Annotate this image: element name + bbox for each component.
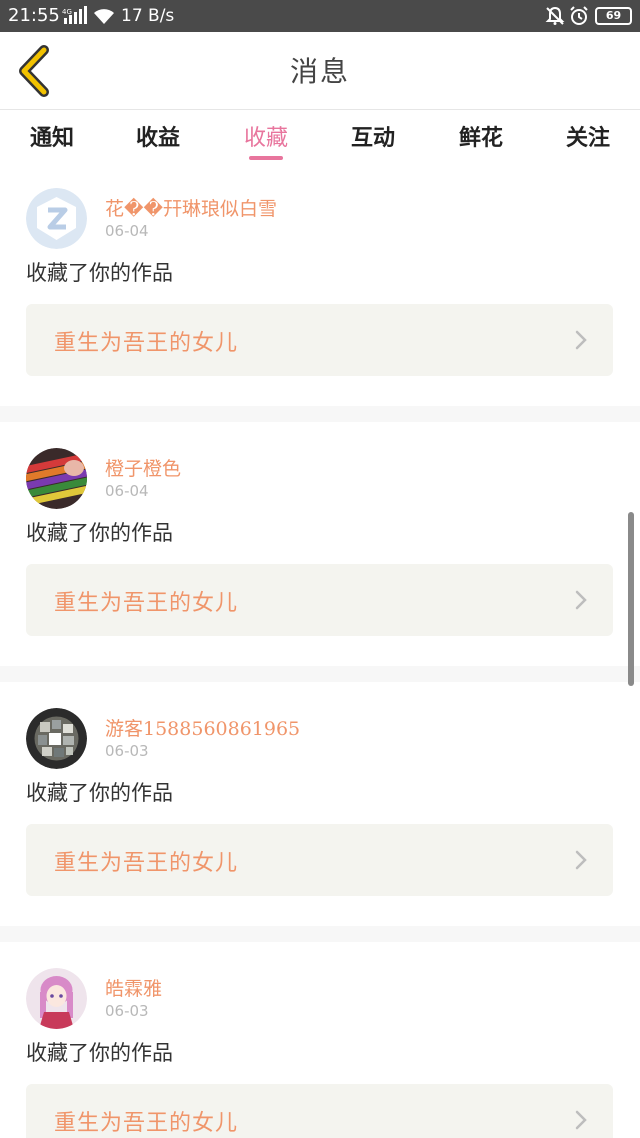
action-text: 收藏了你的作品 bbox=[26, 261, 173, 285]
card-divider bbox=[0, 406, 640, 422]
username[interactable]: 橙子橙色 bbox=[105, 454, 181, 481]
action-text: 收藏了你的作品 bbox=[26, 1041, 173, 1065]
alarm-icon bbox=[570, 6, 588, 25]
svg-text:4G: 4G bbox=[62, 8, 72, 16]
qq-default-avatar-icon bbox=[26, 188, 87, 249]
action-text: 收藏了你的作品 bbox=[26, 521, 173, 545]
page-title: 消息 bbox=[289, 55, 350, 88]
tab-bar: 通知 收益 收藏 互动 鲜花 关注 bbox=[0, 110, 640, 170]
notification-card: 橙子橙色 06-04 收藏了你的作品 重生为吾王的女儿 bbox=[0, 430, 640, 674]
avatar[interactable] bbox=[26, 188, 87, 249]
tab-follows[interactable]: 关注 bbox=[548, 120, 628, 152]
chevron-right-icon bbox=[575, 330, 587, 350]
card-divider bbox=[0, 926, 640, 942]
tab-notifications[interactable]: 通知 bbox=[12, 120, 92, 152]
nav-bar: 消息 bbox=[0, 32, 640, 110]
bell-off-icon bbox=[545, 6, 565, 25]
username[interactable]: 游客1588560861965 bbox=[105, 714, 300, 741]
status-bar: 21:55 4G 17 B/s 69 bbox=[0, 0, 640, 32]
work-link[interactable]: 重生为吾王的女儿 bbox=[26, 304, 613, 376]
chevron-right-icon bbox=[575, 590, 587, 610]
scrollbar[interactable] bbox=[628, 512, 634, 686]
work-title: 重生为吾王的女儿 bbox=[54, 1111, 239, 1136]
battery-icon: 69 bbox=[595, 7, 632, 25]
notification-card: 游客1588560861965 06-03 收藏了你的作品 重生为吾王的女儿 bbox=[0, 690, 640, 934]
notification-card: 花��幵琳琅似白雪 06-04 收藏了你的作品 重生为吾王的女儿 bbox=[0, 170, 640, 414]
mosaic-avatar-icon bbox=[26, 708, 87, 769]
avatar[interactable] bbox=[26, 448, 87, 509]
date: 06-04 bbox=[105, 482, 149, 500]
work-link[interactable]: 重生为吾王的女儿 bbox=[26, 824, 613, 896]
tab-interactions[interactable]: 互动 bbox=[333, 120, 413, 152]
avatar[interactable] bbox=[26, 708, 87, 769]
action-text: 收藏了你的作品 bbox=[26, 781, 173, 805]
tab-flowers[interactable]: 鲜花 bbox=[441, 120, 521, 152]
work-link[interactable]: 重生为吾王的女儿 bbox=[26, 564, 613, 636]
work-link[interactable]: 重生为吾王的女儿 bbox=[26, 1084, 613, 1138]
colored-pencils-avatar-icon bbox=[26, 448, 87, 509]
work-title: 重生为吾王的女儿 bbox=[54, 851, 239, 876]
tab-earnings[interactable]: 收益 bbox=[118, 120, 198, 152]
date: 06-03 bbox=[105, 742, 149, 760]
avatar[interactable] bbox=[26, 968, 87, 1029]
chevron-right-icon bbox=[575, 850, 587, 870]
date: 06-03 bbox=[105, 1002, 149, 1020]
tab-favorites[interactable]: 收藏 bbox=[226, 120, 306, 152]
chevron-right-icon bbox=[575, 1110, 587, 1130]
notification-card: 皓霖雅 06-03 收藏了你的作品 重生为吾王的女儿 bbox=[0, 950, 640, 1138]
username[interactable]: 皓霖雅 bbox=[105, 974, 162, 1001]
work-title: 重生为吾王的女儿 bbox=[54, 331, 239, 356]
status-time: 21:55 bbox=[8, 5, 60, 26]
network-speed: 17 B/s bbox=[121, 6, 175, 26]
date: 06-04 bbox=[105, 222, 149, 240]
signal-icon: 4G bbox=[62, 6, 87, 24]
active-tab-indicator bbox=[249, 156, 283, 160]
card-divider bbox=[0, 666, 640, 682]
username[interactable]: 花��幵琳琅似白雪 bbox=[105, 194, 277, 221]
anime-girl-avatar-icon bbox=[26, 968, 87, 1029]
work-title: 重生为吾王的女儿 bbox=[54, 591, 239, 616]
wifi-icon bbox=[94, 9, 114, 24]
